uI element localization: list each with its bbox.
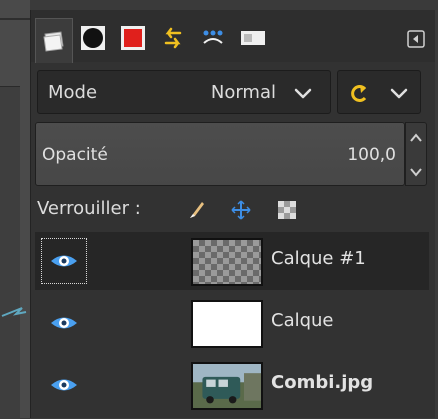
menu-arrow-icon bbox=[407, 30, 425, 48]
opacity-value: 100,0 bbox=[347, 145, 396, 165]
layer-row[interactable]: Calque #1 bbox=[35, 232, 429, 290]
tab-undo-history[interactable] bbox=[155, 20, 191, 56]
visibility-toggle[interactable] bbox=[41, 238, 87, 284]
mode-label: Mode bbox=[48, 82, 98, 103]
photo-thumbnail-image bbox=[193, 364, 261, 408]
opacity-control: Opacité 100,0 bbox=[35, 122, 427, 186]
tab-paths[interactable] bbox=[115, 20, 151, 56]
layer-thumbnail bbox=[191, 300, 263, 348]
opacity-spinner[interactable] bbox=[405, 122, 427, 186]
chevron-up-icon bbox=[410, 133, 422, 142]
eye-icon bbox=[51, 255, 77, 267]
dock-tab-bar bbox=[31, 10, 435, 63]
composite-mode-icon bbox=[351, 85, 367, 102]
layers-list: Calque #1 Calque Combi.jpg bbox=[35, 232, 429, 418]
lock-position-icon[interactable] bbox=[229, 198, 253, 222]
chevron-down-icon bbox=[390, 88, 408, 99]
layers-dock-panel: Mode Normal Opacité 100,0 Verrouiller: … bbox=[30, 10, 435, 418]
layer-row[interactable]: Combi.jpg bbox=[35, 356, 429, 414]
layer-thumbnail bbox=[191, 238, 263, 286]
divider bbox=[0, 18, 30, 20]
dock-menu-button[interactable] bbox=[405, 28, 427, 50]
chevron-down-icon bbox=[294, 88, 312, 99]
layer-name[interactable]: Calque #1 bbox=[271, 248, 366, 269]
opacity-slider[interactable]: Opacité 100,0 bbox=[35, 122, 405, 186]
undo-history-icon bbox=[164, 27, 182, 49]
visibility-toggle[interactable] bbox=[41, 300, 87, 346]
lock-pixels-icon[interactable] bbox=[185, 198, 209, 222]
mode-row: Mode Normal bbox=[37, 70, 427, 114]
mode-dropdown[interactable]: Mode Normal bbox=[37, 70, 331, 114]
canvas-inner-edge bbox=[0, 86, 20, 419]
pointer-icon bbox=[203, 30, 223, 44]
layer-name[interactable]: Combi.jpg bbox=[271, 372, 373, 393]
eye-icon bbox=[51, 317, 77, 329]
canvas-area-edge bbox=[0, 0, 30, 419]
lock-row: Verrouiller : bbox=[37, 194, 427, 228]
layer-name[interactable]: Calque bbox=[271, 310, 334, 331]
visibility-toggle[interactable] bbox=[41, 362, 87, 408]
layer-row[interactable]: Calque bbox=[35, 294, 429, 352]
chevron-down-icon bbox=[410, 168, 422, 177]
eye-icon bbox=[51, 379, 77, 391]
tab-images[interactable] bbox=[235, 20, 271, 56]
layers-icon bbox=[43, 31, 64, 52]
opacity-label: Opacité bbox=[42, 145, 108, 165]
tab-pointer[interactable] bbox=[195, 20, 231, 56]
tab-layers[interactable] bbox=[35, 18, 73, 63]
lock-alpha-icon[interactable] bbox=[275, 198, 299, 222]
lock-label: Verrouiller : bbox=[37, 198, 141, 219]
arrow-icon bbox=[1, 307, 27, 317]
composite-mode-dropdown[interactable] bbox=[337, 70, 421, 114]
tab-channels[interactable] bbox=[75, 20, 111, 56]
images-icon bbox=[241, 31, 265, 45]
layer-thumbnail bbox=[191, 362, 263, 410]
channels-icon bbox=[81, 26, 105, 50]
paths-icon bbox=[121, 26, 145, 50]
mode-value: Normal bbox=[210, 82, 276, 103]
